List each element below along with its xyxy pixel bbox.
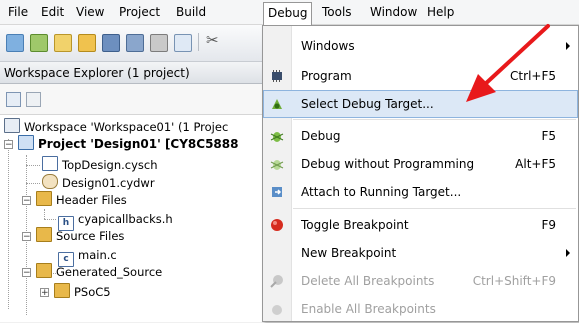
annotation-arrow <box>466 24 550 102</box>
annotation-arrow-shaft <box>481 24 550 88</box>
